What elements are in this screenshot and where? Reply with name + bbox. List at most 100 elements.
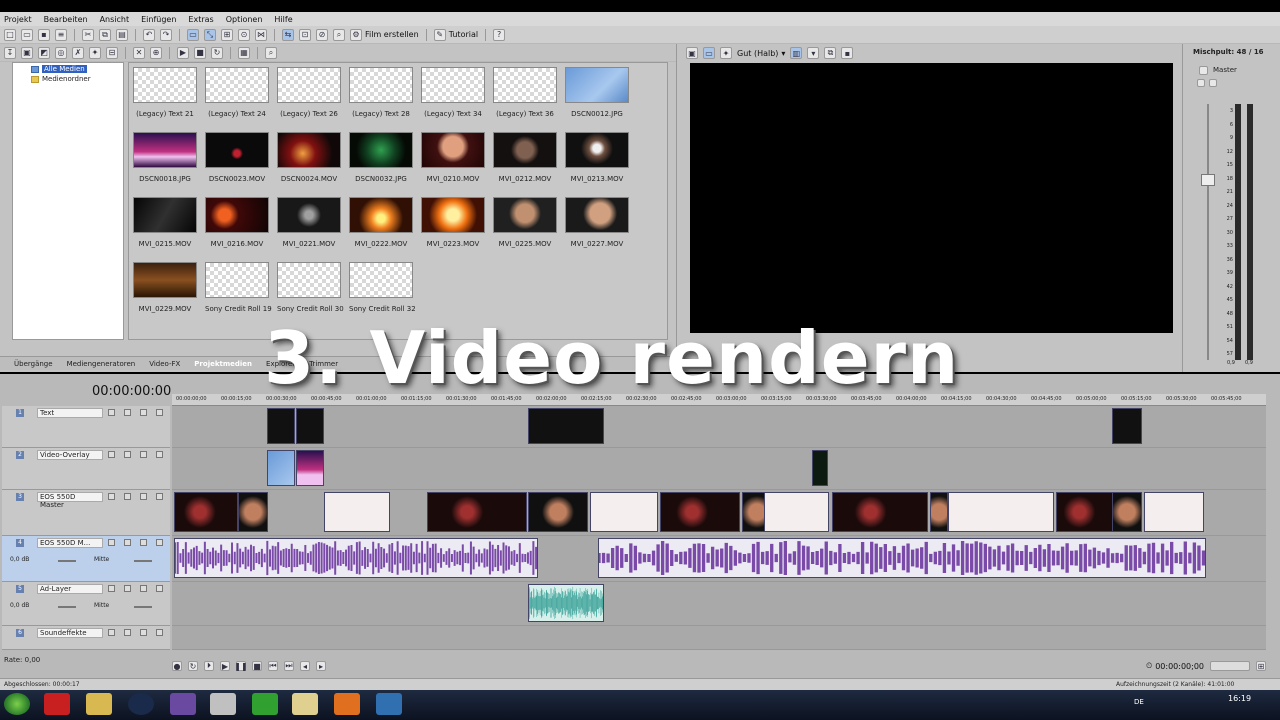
play-from-start-icon[interactable]: ⏵ [204, 661, 214, 671]
track-name[interactable]: Video-Overlay [37, 450, 103, 460]
tree-item-media-folder[interactable]: Medienordner [31, 75, 91, 83]
video-event[interactable] [812, 450, 828, 486]
record-icon[interactable]: ● [172, 661, 182, 671]
media-thumbnail[interactable]: DSCN0032.JPG [349, 132, 413, 183]
save-snapshot-icon[interactable]: ▪ [841, 47, 854, 59]
media-thumbnail[interactable]: MVI_0222.MOV [349, 197, 413, 248]
media-thumbnail[interactable]: (Legacy) Text 34 [421, 67, 485, 118]
preview-fx-icon[interactable]: ✦ [720, 47, 732, 59]
auto-preview-icon[interactable]: ↻ [211, 46, 223, 59]
track-motion-icon[interactable] [124, 629, 131, 636]
video-event[interactable] [296, 408, 324, 444]
track-fx-icon[interactable] [108, 451, 115, 458]
remove-unused-icon[interactable]: ✗ [72, 46, 84, 59]
app-icon[interactable] [170, 693, 196, 715]
media-thumbnail[interactable]: Sony Credit Roll 30 [277, 262, 344, 313]
master-fader-handle[interactable] [1201, 174, 1215, 186]
lock-envelopes-icon[interactable]: ⊡ [299, 28, 311, 41]
video-event[interactable] [1144, 492, 1204, 532]
copy-icon[interactable]: ⧉ [99, 28, 111, 41]
opera-icon[interactable] [44, 693, 70, 715]
track-motion-icon[interactable] [124, 539, 131, 546]
track-lane[interactable] [172, 406, 1266, 448]
track-fx-icon[interactable] [108, 409, 115, 416]
video-event[interactable] [930, 492, 948, 532]
bus-fx-icon[interactable] [1197, 79, 1205, 87]
mute-icon[interactable] [1209, 79, 1217, 87]
audio-event[interactable] [174, 538, 538, 578]
menu-bearbeiten[interactable]: Bearbeiten [44, 15, 88, 24]
media-thumbnail[interactable]: MVI_0215.MOV [133, 197, 197, 248]
system-clock[interactable]: 16:19 [1228, 694, 1251, 703]
previous-frame-icon[interactable]: ◂ [300, 661, 310, 671]
ripple-edit-icon[interactable]: ⇆ [282, 28, 294, 41]
media-thumbnail[interactable]: MVI_0223.MOV [421, 197, 485, 248]
mute-track-icon[interactable] [140, 451, 147, 458]
solo-track-icon[interactable] [156, 451, 163, 458]
video-event[interactable] [764, 492, 829, 532]
track-header[interactable]: 5 Ad-Layer 0,0 dB Mitte [2, 582, 170, 626]
video-event[interactable] [267, 450, 295, 486]
go-to-end-icon[interactable]: ⏭ [284, 661, 294, 671]
menu-einfuegen[interactable]: Einfügen [141, 15, 176, 24]
track-motion-icon[interactable] [124, 409, 131, 416]
menu-projekt[interactable]: Projekt [4, 15, 32, 24]
input-language[interactable]: DE [1134, 698, 1144, 706]
mute-track-icon[interactable] [140, 585, 147, 592]
media-player-icon[interactable] [128, 693, 154, 715]
solo-track-icon[interactable] [156, 409, 163, 416]
properties-icon[interactable]: ≡ [55, 28, 67, 41]
video-event[interactable] [267, 408, 295, 444]
render-movie-button[interactable]: ⚙ Film erstellen [350, 28, 419, 41]
video-event[interactable] [1112, 408, 1142, 444]
normal-edit-tool-icon[interactable]: ▭ [187, 28, 199, 41]
stop-icon[interactable]: ■ [252, 661, 262, 671]
paste-icon[interactable]: ▤ [116, 28, 128, 41]
cut-icon[interactable]: ✂ [82, 28, 94, 41]
preview-quality-dropdown[interactable]: Gut (Halb) ▾ [737, 49, 785, 58]
track-name[interactable]: Soundeffekte [37, 628, 103, 638]
track-name[interactable]: Ad-Layer [37, 584, 103, 594]
mute-track-icon[interactable] [140, 539, 147, 546]
media-thumbnail[interactable]: MVI_0227.MOV [565, 197, 629, 248]
tree-item-all-media[interactable]: Alle Medien [31, 65, 87, 73]
track-motion-icon[interactable] [124, 493, 131, 500]
explorer-icon[interactable] [86, 693, 112, 715]
pan-slider[interactable] [134, 560, 152, 562]
overlays-icon[interactable]: ▾ [807, 47, 820, 59]
media-thumbnail[interactable]: MVI_0229.MOV [133, 262, 197, 313]
media-thumbnail[interactable]: MVI_0212.MOV [493, 132, 557, 183]
video-event[interactable] [174, 492, 238, 532]
video-event[interactable] [590, 492, 658, 532]
search-media-icon[interactable]: ⌕ [333, 28, 345, 41]
media-thumbnail[interactable]: MVI_0225.MOV [493, 197, 557, 248]
track-motion-icon[interactable] [124, 451, 131, 458]
video-event[interactable] [1056, 492, 1114, 532]
loop-playback-icon[interactable]: ↻ [188, 661, 198, 671]
solo-track-icon[interactable] [156, 539, 163, 546]
next-frame-icon[interactable]: ▸ [316, 661, 326, 671]
track-name[interactable]: EOS 550D M... [37, 538, 103, 548]
preview-stop-icon[interactable]: ■ [194, 46, 206, 59]
start-button-icon[interactable] [4, 693, 30, 715]
envelope-tool-icon[interactable]: ⤡ [204, 28, 216, 41]
track-fx-icon[interactable] [108, 585, 115, 592]
redo-icon[interactable]: ↷ [160, 28, 172, 41]
track-header[interactable]: 1 Text [2, 406, 170, 448]
media-fx-icon[interactable]: ✦ [89, 46, 101, 59]
solo-track-icon[interactable] [156, 493, 163, 500]
play-icon[interactable]: ▶ [220, 661, 230, 671]
mute-track-icon[interactable] [140, 409, 147, 416]
video-event[interactable] [427, 492, 527, 532]
length-field[interactable] [1210, 661, 1250, 671]
media-thumbnail[interactable]: (Legacy) Text 21 [133, 67, 197, 118]
tab--berg-nge[interactable]: Übergänge [14, 360, 53, 368]
media-thumbnail[interactable]: (Legacy) Text 28 [349, 67, 413, 118]
audio-event[interactable] [528, 584, 604, 622]
snap-icon[interactable]: ⊙ [238, 28, 250, 41]
video-event[interactable] [660, 492, 740, 532]
audio-event[interactable] [598, 538, 1206, 578]
track-fx-icon[interactable] [108, 539, 115, 546]
tab-projektmedien[interactable]: Projektmedien [194, 360, 252, 368]
media-thumbnail[interactable]: MVI_0210.MOV [421, 132, 485, 183]
